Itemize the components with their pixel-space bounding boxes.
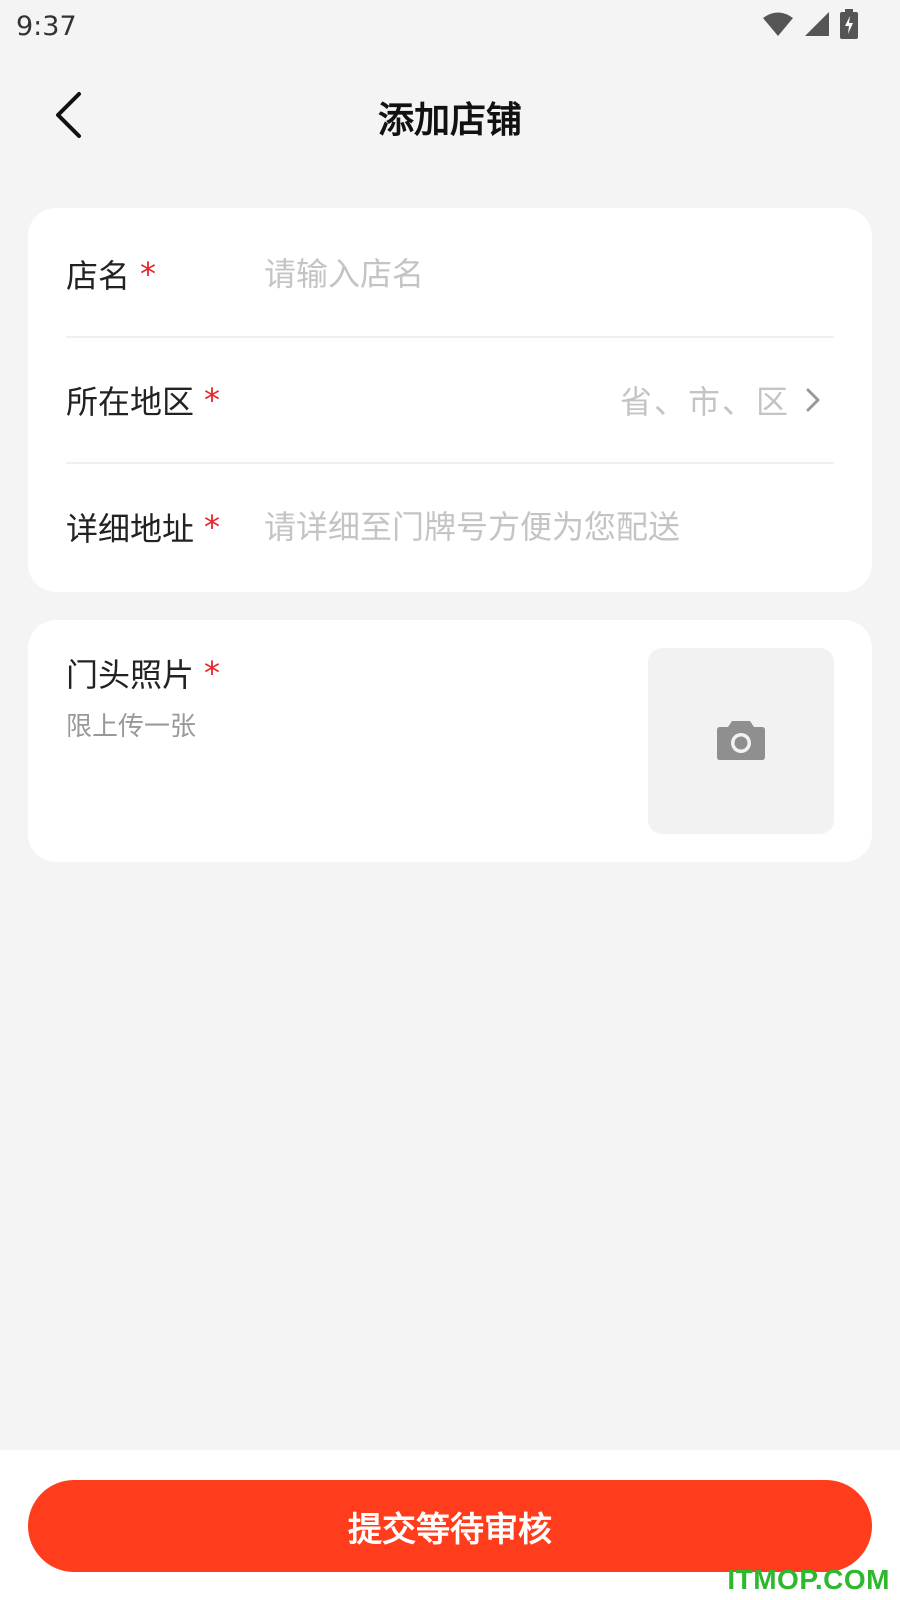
back-button[interactable]	[42, 86, 94, 148]
shop-name-row: 店名 *	[66, 212, 834, 338]
page-title: 添加店铺	[377, 100, 522, 141]
chevron-right-icon	[804, 385, 834, 415]
address-input[interactable]	[264, 508, 834, 546]
required-mark: *	[204, 381, 221, 419]
wifi-icon	[762, 11, 794, 41]
shop-info-card: 店名 * 所在地区 * 省、市、区 详细地址 *	[28, 208, 872, 592]
address-label: 详细地址 *	[66, 504, 264, 550]
storefront-photo-card: 门头照片 * 限上传一张	[28, 620, 872, 862]
required-mark: *	[140, 255, 157, 293]
address-label-text: 详细地址	[66, 510, 195, 548]
shop-name-input[interactable]	[264, 255, 834, 293]
battery-charging-icon	[840, 9, 858, 43]
photo-label: 门头照片 *	[66, 650, 220, 696]
chevron-left-icon	[53, 91, 83, 143]
shop-name-label-text: 店名	[66, 257, 131, 295]
required-mark: *	[204, 654, 221, 692]
nav-bar: 添加店铺	[0, 62, 900, 172]
photo-label-text: 门头照片	[66, 656, 195, 694]
address-row: 详细地址 *	[66, 464, 834, 590]
status-bar: 9:37	[0, 0, 900, 52]
submit-review-button[interactable]: 提交等待审核	[28, 1480, 872, 1572]
watermark: ITMOP.COM	[727, 1564, 890, 1595]
photo-upload-button[interactable]	[648, 648, 834, 834]
photo-hint: 限上传一张	[66, 712, 197, 742]
region-label-text: 所在地区	[66, 383, 195, 421]
region-row[interactable]: 所在地区 * 省、市、区	[66, 338, 834, 464]
region-label: 所在地区 *	[66, 377, 264, 423]
signal-icon	[804, 11, 830, 41]
required-mark: *	[204, 508, 221, 546]
camera-icon	[716, 717, 766, 765]
shop-name-label: 店名 *	[66, 251, 264, 297]
region-placeholder[interactable]: 省、市、区	[264, 377, 790, 423]
status-icons	[762, 9, 858, 43]
status-time: 9:37	[16, 10, 77, 42]
